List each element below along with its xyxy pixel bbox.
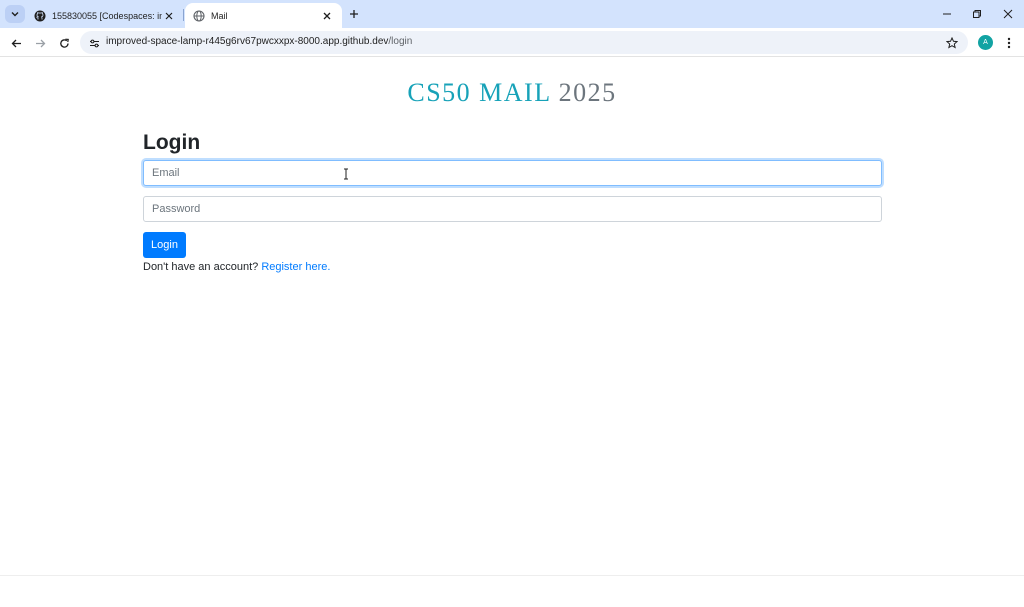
register-prompt-text: Don't have an account?	[143, 261, 259, 273]
tab-strip: 155830055 [Codespaces: impro Mail	[0, 0, 1024, 28]
register-prompt: Don't have an account? Register here.	[143, 261, 330, 273]
text-cursor-icon	[344, 168, 348, 180]
tab-separator	[183, 9, 184, 21]
site-brand: CS50 MAIL 2025	[0, 78, 1024, 108]
login-button[interactable]: Login	[143, 232, 186, 258]
url-host: improved-space-lamp-r445g6rv67pwcxxpx-80…	[106, 36, 389, 47]
page-divider	[0, 575, 1024, 576]
email-field[interactable]	[143, 160, 882, 186]
github-icon	[34, 10, 46, 21]
address-bar[interactable]: improved-space-lamp-r445g6rv67pwcxxpx-80…	[80, 31, 968, 54]
profile-avatar[interactable]: A	[978, 35, 993, 50]
reload-button[interactable]	[55, 34, 73, 52]
tab-codespaces[interactable]: 155830055 [Codespaces: impro	[28, 3, 182, 28]
register-link[interactable]: Register here.	[261, 261, 330, 273]
password-field[interactable]	[143, 196, 882, 222]
site-info-button[interactable]	[86, 35, 102, 51]
brand-name: CS50 MAIL	[407, 78, 551, 107]
close-icon	[1003, 9, 1013, 19]
arrow-left-icon	[11, 39, 21, 47]
tab-title: Mail	[211, 10, 228, 21]
tab-mail[interactable]: Mail	[185, 3, 342, 28]
url-text: improved-space-lamp-r445g6rv67pwcxxpx-80…	[106, 36, 412, 47]
back-button[interactable]	[7, 34, 25, 52]
tab-title: 155830055 [Codespaces: impro	[52, 10, 162, 21]
chevron-down-icon	[11, 12, 19, 17]
browser-toolbar: improved-space-lamp-r445g6rv67pwcxxpx-80…	[0, 28, 1024, 57]
close-window-button[interactable]	[995, 4, 1021, 24]
restore-button[interactable]	[964, 4, 990, 24]
globe-icon	[193, 9, 205, 22]
restore-icon	[973, 10, 981, 18]
page-title: Login	[143, 131, 201, 154]
arrow-right-icon	[35, 39, 45, 47]
star-icon	[946, 37, 958, 49]
menu-button[interactable]	[1002, 34, 1016, 52]
tab-search-button[interactable]	[5, 5, 25, 23]
forward-button[interactable]	[31, 34, 49, 52]
reload-icon	[59, 38, 69, 48]
tune-icon	[89, 39, 99, 47]
plus-icon	[350, 10, 358, 18]
close-icon[interactable]	[320, 9, 334, 23]
close-icon[interactable]	[162, 9, 176, 23]
minimize-icon	[943, 13, 951, 15]
new-tab-button[interactable]	[346, 6, 362, 22]
minimize-button[interactable]	[934, 4, 960, 24]
bookmark-button[interactable]	[944, 35, 960, 51]
brand-year: 2025	[558, 78, 617, 107]
url-path: /login	[388, 36, 413, 47]
more-vert-icon	[1007, 37, 1011, 49]
